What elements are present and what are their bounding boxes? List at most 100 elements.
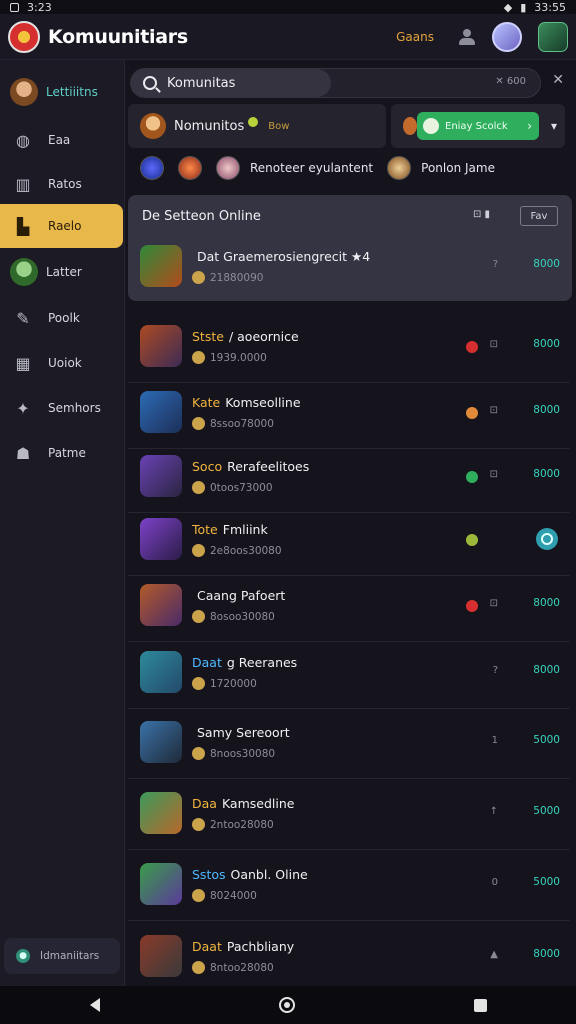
back-icon[interactable] xyxy=(89,998,100,1012)
online-badge-icon[interactable] xyxy=(536,528,558,550)
sidebar-item-latter[interactable]: Latter xyxy=(0,250,125,294)
sidebar-item-uoiok[interactable]: ▦ Uoiok xyxy=(0,341,125,385)
row-tag: Tote xyxy=(192,522,218,537)
row-name: Caang Pafoert xyxy=(197,588,286,603)
status-indicator-icon xyxy=(466,600,478,612)
search-field[interactable] xyxy=(131,69,331,97)
row-tag: Sstos xyxy=(192,867,226,882)
chip-avatar[interactable] xyxy=(216,156,240,180)
coin-icon xyxy=(192,747,205,760)
sidebar-footer-label: Idmaniitars xyxy=(40,950,100,962)
row-mini-icon[interactable]: ⊡ xyxy=(490,598,498,609)
chevron-right-icon: › xyxy=(527,119,532,133)
online-badge-icon xyxy=(248,117,259,127)
sidebar-item-ratos[interactable]: ▥ Ratos xyxy=(0,162,125,206)
row-subtitle: 8osoo30080 xyxy=(192,610,275,623)
community-icon: ● xyxy=(16,949,30,963)
row-count: 8024000 xyxy=(210,889,257,902)
people-icon: ☗ xyxy=(15,443,31,463)
coin-icon xyxy=(192,961,205,974)
row-mini-icon[interactable]: ? xyxy=(493,665,498,676)
sidebar-item-label: Uoiok xyxy=(48,356,82,370)
chip-avatar[interactable] xyxy=(140,156,164,180)
row-title: Samy Sereoort xyxy=(192,725,290,740)
status-bar: 3:23 ◆ ▮ 33:55 xyxy=(0,0,576,14)
section-button[interactable]: Fav xyxy=(520,206,558,226)
community-row[interactable]: Sstos Oanbl. Oline 8024000 0 5000 xyxy=(128,853,570,921)
sidebar-item-raelo[interactable]: ▙ Raelo xyxy=(0,204,123,248)
chip-avatar[interactable] xyxy=(387,156,412,180)
sidebar-item-lettiiitns[interactable]: Lettiiitns xyxy=(0,70,125,114)
chip-avatar[interactable] xyxy=(178,156,202,180)
profile-avatar[interactable] xyxy=(492,21,522,52)
community-row[interactable]: Tote Fmliink 2e8oos30080 xyxy=(128,508,570,576)
sidebar-item-eaa[interactable]: ◍ Eaa xyxy=(0,118,125,162)
chip-label[interactable]: Renoteer eyulantent xyxy=(250,161,373,175)
chip-label[interactable]: Ponlon Jame xyxy=(421,161,495,175)
wifi-icon: ◆ xyxy=(503,0,513,14)
gamepad-icon: ◍ xyxy=(16,130,30,150)
community-row[interactable]: Daat g Reeranes 1720000? 8000 xyxy=(128,641,570,709)
row-mini-icon[interactable]: 0 xyxy=(492,877,498,888)
community-row[interactable]: Daa Kamsedline 2ntoo28080 ↑ 5000 xyxy=(128,782,570,850)
user-icon[interactable] xyxy=(458,28,476,46)
join-button-label: Eniay Scolck xyxy=(445,120,508,132)
search-hint[interactable]: ✕ 600 xyxy=(495,76,526,87)
coin-icon xyxy=(192,677,205,690)
row-name: Fmliink xyxy=(222,522,268,537)
sidebar-footer-button[interactable]: ● Idmaniitars xyxy=(4,938,120,974)
row-name: Kamsedline xyxy=(221,796,295,811)
community-row[interactable]: Stste / aoeornice 1939.0000 ⊡ 8000 xyxy=(128,315,570,383)
community-row[interactable]: Samy Sereoort 8noos30080 1 5000 xyxy=(128,711,570,779)
row-mini-icon[interactable]: ? xyxy=(493,259,498,270)
row-subtitle: 2ntoo28080 xyxy=(192,818,274,831)
account-avatar[interactable] xyxy=(538,21,568,52)
sidebar-item-poolk[interactable]: ✎ Poolk xyxy=(0,296,125,340)
sidebar-item-semhors[interactable]: ✦ Semhors xyxy=(0,386,125,430)
row-mini-icon[interactable]: ⊡ xyxy=(490,339,498,350)
row-title: Daat g Reeranes xyxy=(192,655,297,670)
status-indicator-icon xyxy=(466,341,478,353)
community-row[interactable]: Kate Komseolline 8ssoo78000 ⊡ 8000 xyxy=(128,381,570,449)
community-row[interactable]: Caang Pafoert 8osoo30080 ⊡ 8000 xyxy=(128,574,570,642)
coin-icon xyxy=(192,610,205,623)
row-count: 0toos73000 xyxy=(210,481,273,494)
community-row[interactable]: Dat Graemerosiengrecit ★4 21880090? 8000 xyxy=(128,235,570,291)
sidebar-item-label: Lettiiitns xyxy=(46,85,98,99)
row-name: g Reeranes xyxy=(226,655,298,670)
search-input[interactable] xyxy=(167,75,317,91)
join-avatar-icon xyxy=(423,118,439,134)
close-icon[interactable]: ✕ xyxy=(552,72,564,88)
row-mini-icon[interactable]: ⊡ xyxy=(490,469,498,480)
puzzle-icon: ✦ xyxy=(16,398,30,418)
community-row[interactable]: Daat Pachbliany 8ntoo28080 ▲ 8000 xyxy=(128,925,570,993)
row-mini-icon[interactable]: ↑ xyxy=(490,806,498,817)
community-header[interactable]: Nomunitos Bow xyxy=(128,104,386,148)
search-bar: ✕ 600 xyxy=(130,68,541,98)
row-mini-icon[interactable]: ▲ xyxy=(490,949,498,960)
home-icon[interactable] xyxy=(278,997,295,1013)
row-value: 5000 xyxy=(533,805,560,817)
join-button[interactable]: Eniay Scolck › xyxy=(417,112,539,140)
coin-icon xyxy=(192,417,205,430)
games-link[interactable]: Gaans xyxy=(396,30,434,44)
row-name: Rerafeelitoes xyxy=(227,459,310,474)
row-name: Komseolline xyxy=(225,395,301,410)
sidebar-item-patme[interactable]: ☗ Patme xyxy=(0,431,125,475)
bookmark-icon: ▙ xyxy=(16,216,30,236)
game-thumbnail xyxy=(140,455,182,497)
community-avatar xyxy=(140,113,166,139)
recents-icon[interactable] xyxy=(473,998,487,1012)
community-name: Nomunitos xyxy=(174,118,245,134)
row-mini-icon[interactable]: ⊡ xyxy=(490,405,498,416)
row-name: / aoeornice xyxy=(228,329,299,344)
section-icons[interactable]: ⊡ ▮ xyxy=(473,209,490,220)
app-logo[interactable] xyxy=(8,20,40,53)
community-row[interactable]: Soco Rerafeelitoes 0toos73000 ⊡ 8000 xyxy=(128,445,570,513)
game-thumbnail xyxy=(140,863,182,905)
game-thumbnail xyxy=(140,518,182,560)
row-mini-icon[interactable]: 1 xyxy=(492,735,498,746)
game-thumbnail xyxy=(140,792,182,834)
game-thumbnail xyxy=(140,721,182,763)
chevron-down-icon[interactable]: ▾ xyxy=(551,119,557,133)
